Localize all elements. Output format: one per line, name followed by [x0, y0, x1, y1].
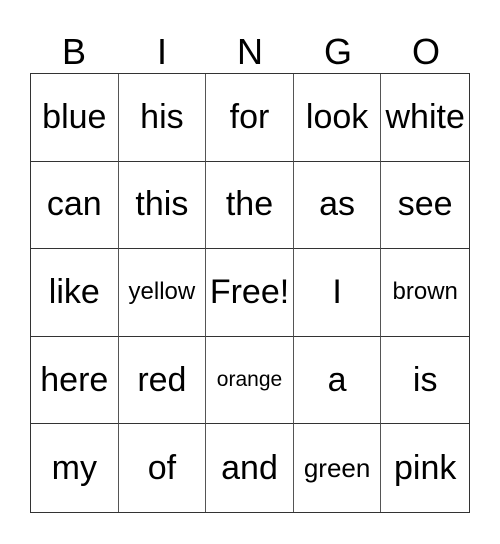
bingo-cell: see	[381, 162, 469, 250]
header-letter-g: G	[323, 31, 352, 72]
bingo-cell: pink	[394, 448, 457, 487]
header-letter-i: I	[156, 31, 167, 72]
bingo-cell: green	[294, 424, 382, 512]
bingo-cell: as	[293, 161, 382, 250]
bingo-cell: this	[118, 161, 207, 250]
bingo-cell: white	[381, 74, 469, 162]
bingo-cell: of	[119, 424, 207, 512]
bingo-cell: can	[31, 161, 119, 250]
bingo-cell: and	[206, 424, 294, 512]
header-letter-n: N	[237, 31, 263, 72]
bingo-board: blue his for look white can this the as …	[30, 73, 470, 513]
bingo-cell: here	[31, 336, 119, 425]
bingo-cell: I	[293, 249, 382, 337]
bingo-cell: yellow	[118, 249, 207, 337]
bingo-cell: his	[118, 74, 207, 162]
bingo-cell: is	[381, 337, 469, 425]
header-letter-o: O	[411, 31, 440, 72]
free-space-cell: Free!	[206, 249, 294, 337]
bingo-cell: like	[31, 249, 119, 337]
bingo-header: B I N G O	[30, 28, 470, 72]
bingo-cell: for	[206, 74, 294, 162]
bingo-cell: red	[118, 336, 207, 425]
bingo-cell: the	[206, 161, 294, 250]
bingo-cell: a	[293, 336, 382, 425]
bingo-cell: brown	[381, 249, 469, 337]
bingo-cell: look	[293, 74, 382, 162]
bingo-cell: orange	[206, 336, 294, 425]
bingo-cell: blue	[31, 74, 119, 162]
header-letter-b: B	[61, 31, 86, 72]
bingo-cell: my	[31, 424, 119, 512]
